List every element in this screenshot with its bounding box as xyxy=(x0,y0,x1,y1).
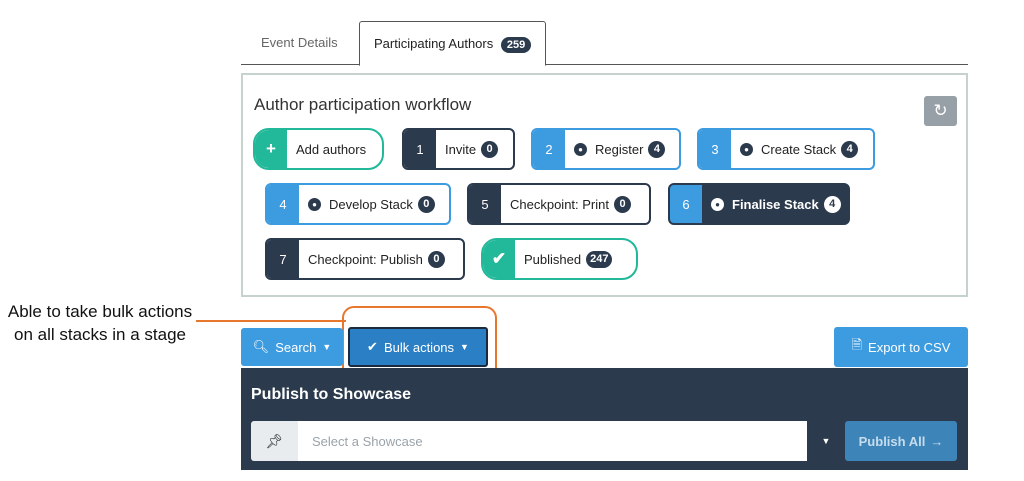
export-csv-button[interactable]: 🗎︎ Export to CSV xyxy=(834,327,968,367)
step-finalise-stack[interactable]: 6 ● Finalise Stack 4 xyxy=(668,183,850,225)
step-label: Add authors xyxy=(296,141,367,157)
user-icon: ● xyxy=(740,142,753,156)
user-icon: ● xyxy=(308,197,321,211)
step-label: Invite xyxy=(445,141,477,157)
refresh-button[interactable]: ↻ xyxy=(924,96,957,126)
step-checkpoint-publish[interactable]: 7 Checkpoint: Publish 0 xyxy=(265,238,465,280)
plus-icon: + xyxy=(255,130,287,168)
step-create-stack[interactable]: 3 ● Create Stack 4 xyxy=(697,128,875,170)
step-label: Checkpoint: Publish xyxy=(308,251,423,267)
step-number: 2 xyxy=(533,130,565,168)
publish-all-button[interactable]: Publish All → xyxy=(845,421,957,461)
caret-down-icon: ▼ xyxy=(460,342,469,352)
publish-all-label: Publish All xyxy=(858,433,926,449)
tab-participating-authors[interactable]: Participating Authors 259 xyxy=(359,21,547,66)
step-invite[interactable]: 1 Invite 0 xyxy=(402,128,515,170)
search-icon: 🔍︎ xyxy=(252,339,270,354)
bulk-actions-button[interactable]: ✔ Bulk actions ▼ xyxy=(348,327,488,367)
step-count-badge: 0 xyxy=(481,140,499,158)
step-label: Published xyxy=(524,251,582,267)
search-button[interactable]: 🔍︎ Search ▼ xyxy=(241,328,343,366)
step-count-badge: 0 xyxy=(427,250,445,268)
caret-down-icon: ▼ xyxy=(821,436,831,446)
export-csv-label: Export to CSV xyxy=(868,339,951,355)
step-develop-stack[interactable]: 4 ● Develop Stack 0 xyxy=(265,183,451,225)
step-add-authors[interactable]: + Add authors xyxy=(253,128,384,170)
workflow-panel: Author participation workflow ↻ + Add au… xyxy=(241,73,968,297)
step-label: Develop Stack xyxy=(329,196,413,212)
step-label: Checkpoint: Print xyxy=(510,196,609,212)
step-label: Finalise Stack xyxy=(732,196,819,212)
step-count-badge: 4 xyxy=(823,195,841,213)
step-number: 5 xyxy=(469,185,501,223)
step-number: 6 xyxy=(670,185,702,223)
user-icon: ● xyxy=(711,197,724,211)
showcase-select[interactable] xyxy=(298,421,807,461)
tab-bar: Event Details Participating Authors 259 xyxy=(241,21,968,66)
step-published[interactable]: ✔ Published 247 xyxy=(481,238,638,280)
caret-down-icon: ▼ xyxy=(322,342,332,352)
showcase-dropdown-toggle[interactable]: ▼ xyxy=(811,421,841,461)
step-number: 7 xyxy=(267,240,299,278)
publish-panel: Publish to Showcase 📌︎ ▼ Publish All → xyxy=(241,368,968,470)
workflow-title: Author participation workflow xyxy=(254,95,472,114)
bulk-actions-label: Bulk actions xyxy=(383,339,455,355)
authors-count-badge: 259 xyxy=(500,36,532,53)
tab-label: Event Details xyxy=(261,35,338,50)
step-count-badge: 247 xyxy=(586,250,613,268)
step-number: 3 xyxy=(699,130,731,168)
file-export-icon: 🗎︎ xyxy=(851,337,863,352)
step-number: 1 xyxy=(404,130,436,168)
tab-event-details[interactable]: Event Details xyxy=(247,21,352,65)
annotation-text: Able to take bulk actions on all stacks … xyxy=(7,302,193,344)
step-label: Create Stack xyxy=(761,141,837,157)
step-count-badge: 4 xyxy=(648,140,666,158)
search-button-label: Search xyxy=(275,339,317,355)
step-register[interactable]: 2 ● Register 4 xyxy=(531,128,681,170)
step-number: 4 xyxy=(267,185,299,223)
publish-title: Publish to Showcase xyxy=(251,386,412,403)
annotation-line xyxy=(196,320,346,322)
double-check-icon: ✔ xyxy=(367,339,378,354)
step-count-badge: 0 xyxy=(614,195,631,213)
pin-icon: 📌︎ xyxy=(251,421,298,461)
arrow-right-icon: → xyxy=(930,433,944,449)
step-label: Register xyxy=(595,141,644,157)
checkmark-icon: ✔ xyxy=(483,240,515,278)
user-icon: ● xyxy=(574,142,587,156)
refresh-icon: ↻ xyxy=(933,101,948,120)
tab-label: Participating Authors xyxy=(374,36,494,51)
step-checkpoint-print[interactable]: 5 Checkpoint: Print 0 xyxy=(467,183,651,225)
step-count-badge: 4 xyxy=(841,140,859,158)
step-count-badge: 0 xyxy=(417,195,435,213)
